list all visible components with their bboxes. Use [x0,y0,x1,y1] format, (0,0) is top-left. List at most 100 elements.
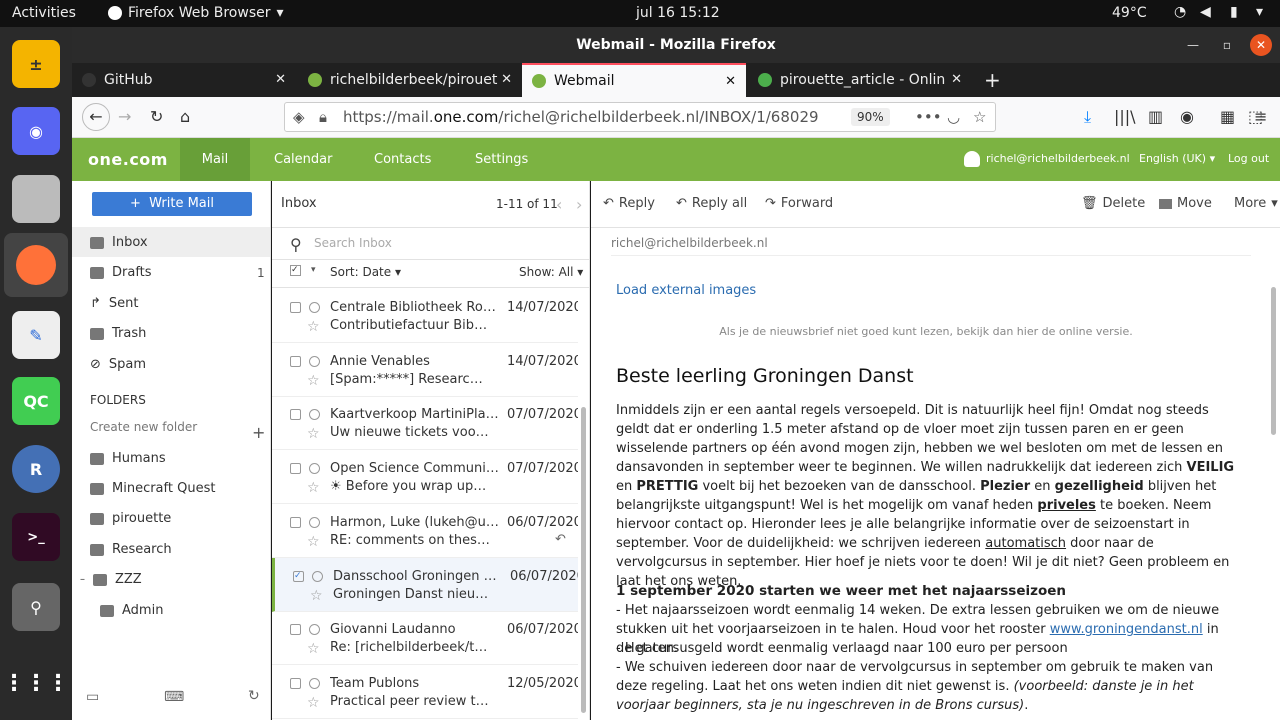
sidebar-item-drafts[interactable]: Drafts [90,265,152,280]
list-item[interactable]: ✓ ☆ Dansschool Groningen D... 06/07/2020 Gro… [272,557,578,612]
folder-admin[interactable]: Admin [100,603,163,618]
close-tab-icon[interactable]: ✕ [501,72,512,87]
language-select[interactable]: English (UK) ▾ [1139,152,1215,165]
nav-mail[interactable]: Mail [180,138,250,181]
sidebar-item-inbox-label[interactable]: Inbox [90,235,148,250]
message-checkbox[interactable] [290,677,301,689]
files-icon[interactable] [12,175,60,223]
star-icon[interactable]: ☆ [307,480,320,496]
chevron-down-icon[interactable]: – [80,574,85,585]
list-scrollbar[interactable] [581,407,586,713]
app-menu[interactable]: Firefox Web Browser ▾ [108,5,284,21]
folder-research[interactable]: Research [90,542,172,557]
list-item[interactable]: ☆ Team Publons 12/05/2020 Practical peer re… [272,665,578,719]
reader-scrollbar[interactable] [1271,287,1276,435]
url-bar[interactable]: ◈ 🔒︎ https://mail.one.com/richel@richelb… [284,102,996,132]
star-icon[interactable]: ☆ [307,319,320,335]
sidebar-item-sent[interactable]: ↱ Sent [90,296,139,311]
tab-webmail[interactable]: Webmail ✕ [522,63,746,97]
sidebar-toggle-icon[interactable]: ▥ [1148,107,1163,126]
user-email[interactable]: richel@richelbilderbeek.nl [986,152,1130,165]
select-all-checkbox[interactable]: ✓ [290,265,301,276]
add-folder-icon[interactable]: + [252,423,265,442]
maximize-button[interactable]: ▫ [1216,34,1238,56]
read-status-icon[interactable] [309,624,320,636]
library-icon[interactable]: |||\ [1114,107,1136,126]
write-mail-button[interactable]: + Write Mail [92,192,252,216]
groningendanst-link[interactable]: www.groningendanst.nl [1050,622,1203,637]
back-icon[interactable]: ← [82,103,110,131]
home-icon[interactable]: ⌂ [180,107,190,126]
list-item[interactable]: ☆ Centrale Bibliotheek Rott... 14/07/2020 C… [272,289,578,343]
star-icon[interactable]: ☆ [307,641,320,657]
close-window-button[interactable]: ✕ [1250,34,1272,56]
prev-page-icon[interactable]: ‹ [556,195,562,214]
minimize-button[interactable]: — [1182,34,1204,56]
folder-pirouette[interactable]: pirouette [90,511,171,526]
menu-icon[interactable]: ≡ [1254,107,1267,126]
pocket-icon[interactable]: ◡ [947,103,960,131]
star-icon[interactable]: ☆ [307,534,320,550]
create-folder-link[interactable]: Create new folder [90,420,197,434]
read-status-icon[interactable] [309,677,320,689]
battery-icon[interactable]: ▮ [1230,4,1238,20]
sort-dropdown[interactable]: Sort: Date ▾ [330,265,401,279]
show-filter-dropdown[interactable]: Show: All ▾ [519,265,583,279]
read-status-icon[interactable] [309,409,320,421]
folder-minecraft-quest[interactable]: Minecraft Quest [90,481,215,496]
logout-link[interactable]: Log out [1228,152,1269,165]
close-tab-icon[interactable]: ✕ [275,72,286,87]
text-editor-icon[interactable]: ✎ [12,311,60,359]
wifi-icon[interactable]: ◔ [1174,4,1186,20]
list-item[interactable]: ☆ Giovanni Laudanno 06/07/2020 Re: [richelb… [272,611,578,666]
power-menu-icon[interactable]: ▾ [1256,4,1263,20]
star-icon[interactable]: ☆ [307,426,320,442]
lock-icon[interactable]: 🔒︎ [319,103,327,131]
read-status-icon[interactable] [312,570,323,582]
reload-icon[interactable]: ↻ [150,107,163,126]
select-menu-icon[interactable]: ▾ [311,265,316,275]
nav-settings[interactable]: Settings [475,138,528,181]
shield-icon[interactable]: ◈ [293,103,305,131]
terminal-icon[interactable]: >_ [12,513,60,561]
account-icon[interactable]: ◉ [1180,107,1194,126]
forward-icon[interactable]: → [118,107,131,126]
clock[interactable]: jul 16 15:12 [636,5,720,21]
list-item[interactable]: ☆ Kaartverkoop MartiniPlaza 07/07/2020 Uw n… [272,396,578,451]
more-button[interactable]: More ▾ [1234,196,1278,211]
read-status-icon[interactable] [309,302,320,313]
new-tab-button[interactable]: + [976,63,1006,97]
close-tab-icon[interactable]: ✕ [725,74,736,89]
read-status-icon[interactable] [309,355,320,367]
sidebar-item-trash[interactable]: Trash [90,326,146,341]
message-checkbox[interactable] [290,516,301,528]
message-checkbox[interactable] [290,409,301,421]
activities-button[interactable]: Activities [12,5,76,21]
list-item[interactable]: ☆ Harmon, Luke (lukeh@ui... 06/07/2020 RE: … [272,504,578,558]
panel-icon[interactable]: ▭ [86,689,99,705]
nav-contacts[interactable]: Contacts [374,138,431,181]
r-icon[interactable]: R [12,445,60,493]
folder-humans[interactable]: Humans [90,451,166,466]
message-checkbox[interactable] [290,624,301,636]
star-icon[interactable]: ☆ [310,588,323,604]
discord-icon[interactable]: ◉ [12,107,60,155]
star-icon[interactable]: ☆ [307,373,320,389]
message-checkbox[interactable]: ✓ [293,570,304,582]
message-checkbox[interactable] [290,355,301,367]
nav-calendar[interactable]: Calendar [274,138,332,181]
move-button[interactable]: Move [1159,196,1212,211]
message-checkbox[interactable] [290,463,301,475]
onecom-logo[interactable]: one.com [88,150,168,169]
close-tab-icon[interactable]: ✕ [951,72,962,87]
volume-icon[interactable]: ◀ [1200,4,1211,20]
calculator-icon[interactable]: ± [12,40,60,88]
list-item[interactable]: ☆ Open Science Communit... 07/07/2020 ☀ Bef… [272,450,578,505]
bookmark-star-icon[interactable]: ☆ [973,103,986,131]
usb-drive-icon[interactable]: ⚲ [12,583,60,631]
show-apps-icon[interactable]: ⋮⋮⋮ [3,659,69,707]
tab-github[interactable]: GitHub ✕ [72,63,296,97]
firefox-dock-icon[interactable] [4,233,68,297]
search-input[interactable]: Search Inbox [314,236,392,250]
delete-button[interactable]: 🗑︎ Delete [1081,196,1145,211]
